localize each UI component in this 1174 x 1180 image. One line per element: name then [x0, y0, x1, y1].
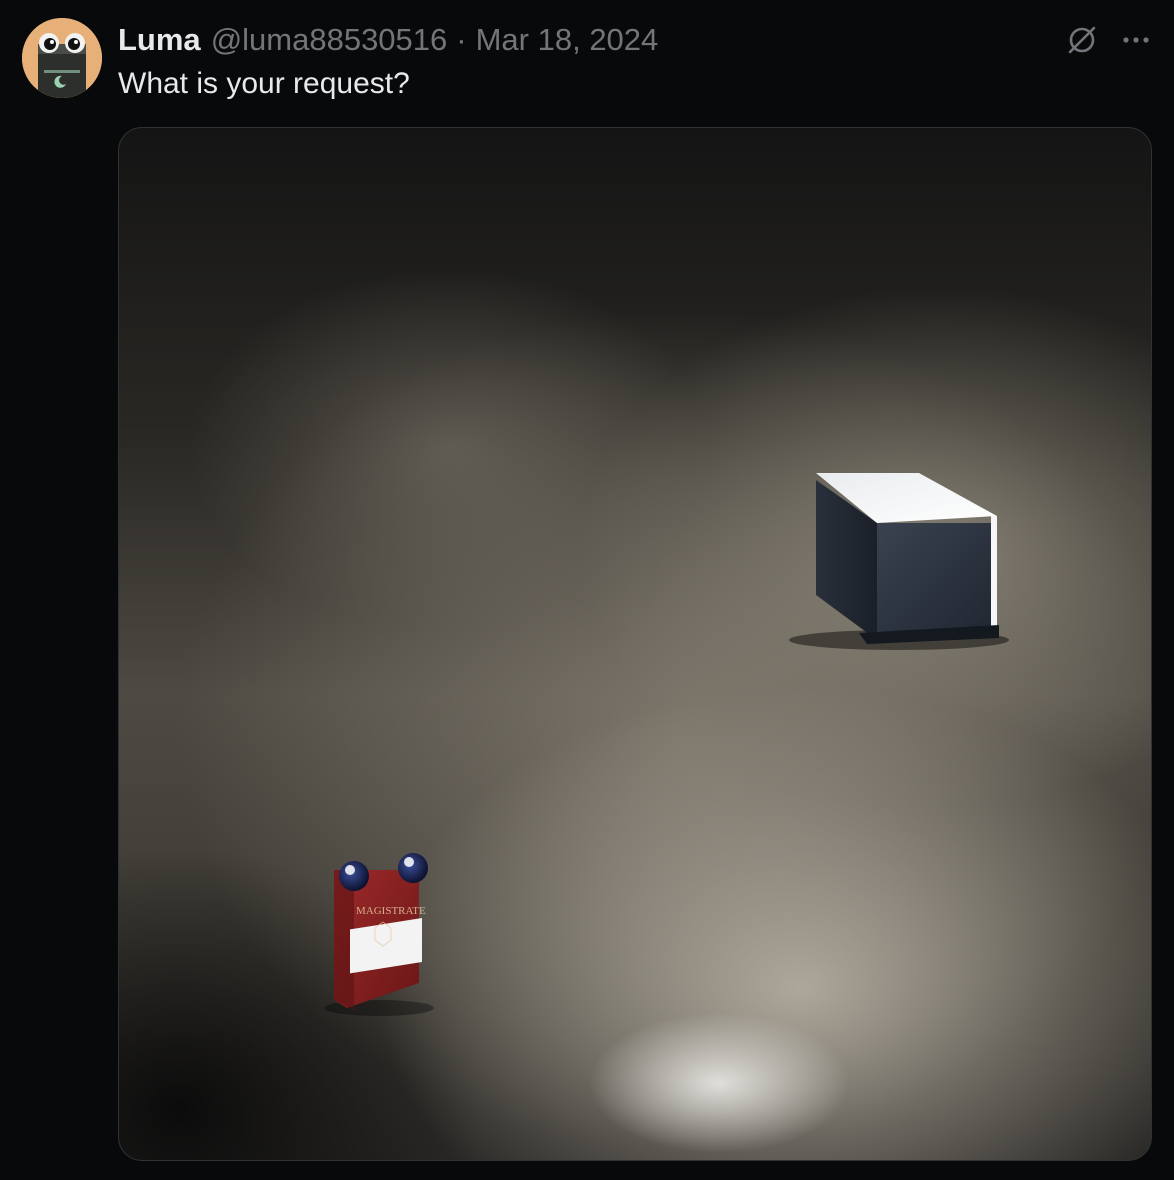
header-separator: ·	[456, 22, 467, 57]
author-handle[interactable]: @luma88530516	[211, 20, 448, 60]
media-scene: MAGISTRATE	[324, 473, 1009, 1016]
more-button[interactable]	[1114, 20, 1158, 60]
dark-block	[789, 473, 1009, 650]
grok-button[interactable]	[1062, 20, 1102, 60]
more-dots-icon	[1123, 37, 1149, 43]
author-name[interactable]: Luma	[118, 20, 201, 60]
tweet-text: What is your request?	[118, 67, 410, 100]
tweet: Luma @luma88530516 · Mar 18, 2024 What i…	[0, 0, 1174, 1180]
grok-icon	[1068, 26, 1096, 54]
tweet-header: Luma @luma88530516 · Mar 18, 2024	[118, 20, 658, 60]
cigarette-pack-character: MAGISTRATE	[324, 853, 434, 1016]
tweet-date[interactable]: Mar 18, 2024	[476, 20, 659, 60]
tweet-media-image[interactable]: MAGISTRATE	[118, 127, 1152, 1161]
avatar[interactable]	[22, 18, 102, 98]
avatar-image	[22, 18, 102, 98]
pack-brand-text: MAGISTRATE	[356, 905, 426, 917]
